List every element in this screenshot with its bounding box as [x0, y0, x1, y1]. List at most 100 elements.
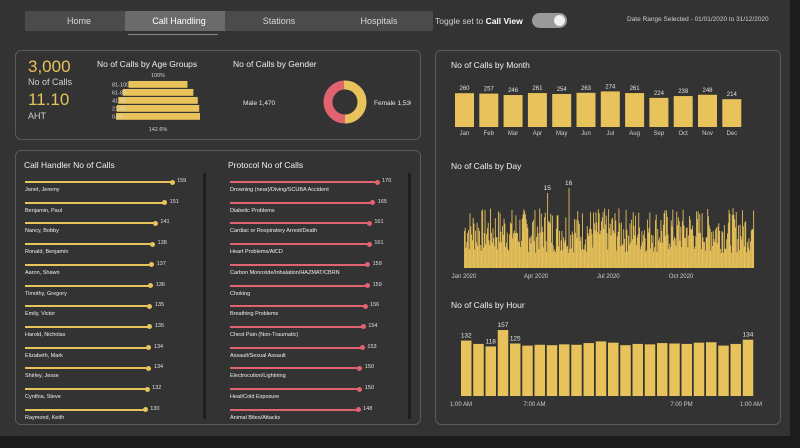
month-value-label: 274	[605, 84, 616, 90]
hour-bar	[718, 345, 729, 396]
time-charts-panel: No of Calls by Month 260 Jan 257 Feb 246 Mar 2…	[435, 50, 781, 425]
protocol-list-row[interactable]: 159 Choking	[230, 279, 406, 301]
day-bar	[539, 208, 541, 268]
day-bar	[577, 211, 579, 268]
handler-list-row[interactable]: 137 Aaron, Shawn	[25, 258, 205, 280]
day-bar	[643, 234, 644, 268]
handler-list-row[interactable]: 132 Cynthia, Steve	[25, 382, 205, 404]
day-bar	[738, 225, 740, 268]
handler-list-row[interactable]: 159 Janet, Jeremy	[25, 175, 205, 197]
day-bar	[562, 250, 564, 268]
protocol-list-row[interactable]: 150 Heat/Cold Exposure	[230, 382, 406, 404]
handler-list-row[interactable]: 151 Benjamin, Paul	[25, 196, 205, 218]
day-bar	[636, 237, 638, 268]
tab-call-handling[interactable]: Call Handling	[125, 11, 233, 31]
day-bar	[493, 238, 495, 268]
handler-list[interactable]: 159 Janet, Jeremy 151 Benjamin, Paul 141 Nanc…	[25, 175, 205, 421]
protocol-value: 150	[364, 364, 374, 371]
toggle-knob[interactable]	[554, 15, 565, 26]
protocol-list-row[interactable]: 165 Diabetic Problems	[230, 196, 406, 218]
day-bar	[549, 223, 551, 268]
handler-list-scrollbar[interactable]	[203, 173, 206, 419]
tab-stations[interactable]: Stations	[225, 11, 333, 31]
protocol-list-row[interactable]: 159 Carbon Monoxide/Inhalation/HAZMAT/CBR…	[230, 258, 406, 280]
hour-value-label: 134	[743, 332, 754, 339]
handler-bar	[25, 346, 149, 349]
day-bar	[639, 227, 640, 268]
handler-name: Cynthia, Steve	[25, 394, 61, 400]
day-bar	[696, 211, 698, 268]
hour-value-label: 125	[510, 336, 521, 343]
protocol-list-row[interactable]: 148 Animal Bites/Attacks	[230, 403, 406, 421]
day-bar	[658, 240, 659, 268]
day-bar	[658, 237, 660, 268]
day-bar	[478, 227, 480, 268]
day-bar	[655, 214, 657, 268]
day-bar	[540, 232, 541, 268]
month-bar	[455, 93, 474, 127]
protocol-list-row[interactable]: 154 Chest Pain (Non-Traumatic)	[230, 320, 406, 342]
handler-value: 135	[154, 302, 165, 309]
day-bar	[561, 231, 563, 268]
day-bar	[706, 237, 708, 268]
day-bar	[643, 230, 645, 268]
day-bar	[654, 247, 656, 268]
day-bar	[481, 210, 483, 268]
day-bar	[710, 250, 712, 268]
age-top-label: 100%	[151, 73, 165, 79]
day-bar	[557, 215, 559, 268]
tab-hospitals[interactable]: Hospitals	[325, 11, 433, 31]
day-bar	[491, 242, 493, 268]
day-bar	[615, 220, 617, 268]
day-bar	[475, 242, 477, 268]
protocol-list-row[interactable]: 161 Heart Problems/AICD	[230, 237, 406, 259]
protocol-list[interactable]: 170 Drowning (near)/Diving/SCUBA Accident…	[230, 175, 406, 421]
day-bar	[517, 233, 518, 268]
day-bar	[480, 250, 482, 268]
day-bar	[701, 213, 703, 268]
handler-list-row[interactable]: 141 Nancy, Bobby	[25, 216, 205, 238]
day-bar	[680, 226, 682, 268]
day-bar	[475, 230, 476, 268]
day-bar	[631, 239, 633, 268]
toggle-prefix: Toggle set to	[435, 16, 486, 26]
handler-list-row[interactable]: 130 Raymond, Keith	[25, 403, 205, 421]
tab-home[interactable]: Home	[25, 11, 133, 31]
handler-list-row[interactable]: 136 Timothy, Gregory	[25, 279, 205, 301]
day-bar	[629, 223, 631, 268]
protocol-list-row[interactable]: 153 Assault/Sexual Assault	[230, 341, 406, 363]
handler-list-row[interactable]: 134 Shirley, Jesse	[25, 361, 205, 383]
handler-list-row[interactable]: 135 Emily, Victor	[25, 299, 205, 321]
month-bar	[503, 95, 523, 127]
day-bar	[509, 234, 511, 268]
hour-axis-label: 7:00 AM	[523, 402, 545, 408]
hour-bar	[522, 345, 533, 396]
handler-list-row[interactable]: 135 Harold, Nicholas	[25, 320, 205, 342]
protocol-list-scrollbar[interactable]	[408, 173, 411, 419]
handler-list-row[interactable]: 134 Elizabeth, Mark	[25, 341, 205, 363]
protocol-list-row[interactable]: 150 Electrocution/Lightning	[230, 361, 406, 383]
day-bar	[499, 213, 501, 268]
day-bar	[718, 223, 720, 268]
day-bar	[612, 217, 614, 268]
protocol-list-row[interactable]: 156 Breathing Problems	[230, 299, 406, 321]
hour-bar	[644, 344, 656, 396]
day-bar	[484, 209, 486, 268]
protocol-name: Animal Bites/Attacks	[230, 414, 281, 421]
day-bar	[537, 233, 539, 268]
view-toggle-switch[interactable]	[532, 13, 567, 28]
day-bar	[741, 239, 743, 268]
day-bar	[697, 211, 699, 268]
handler-bar-end-dot	[146, 345, 152, 351]
protocol-list-row[interactable]: 161 Cardiac or Respiratory Arrest/Death	[230, 216, 406, 238]
day-bar	[486, 228, 488, 268]
day-bar	[579, 240, 581, 268]
protocol-list-row[interactable]: 170 Drowning (near)/Diving/SCUBA Accident	[230, 175, 406, 197]
day-bar	[584, 244, 586, 268]
day-bar	[684, 237, 686, 268]
day-bar	[527, 228, 529, 268]
handler-bar	[25, 388, 148, 390]
day-bar	[668, 249, 670, 268]
day-bar	[474, 249, 476, 268]
handler-list-row[interactable]: 138 Ronald, Benjamin	[25, 237, 205, 259]
